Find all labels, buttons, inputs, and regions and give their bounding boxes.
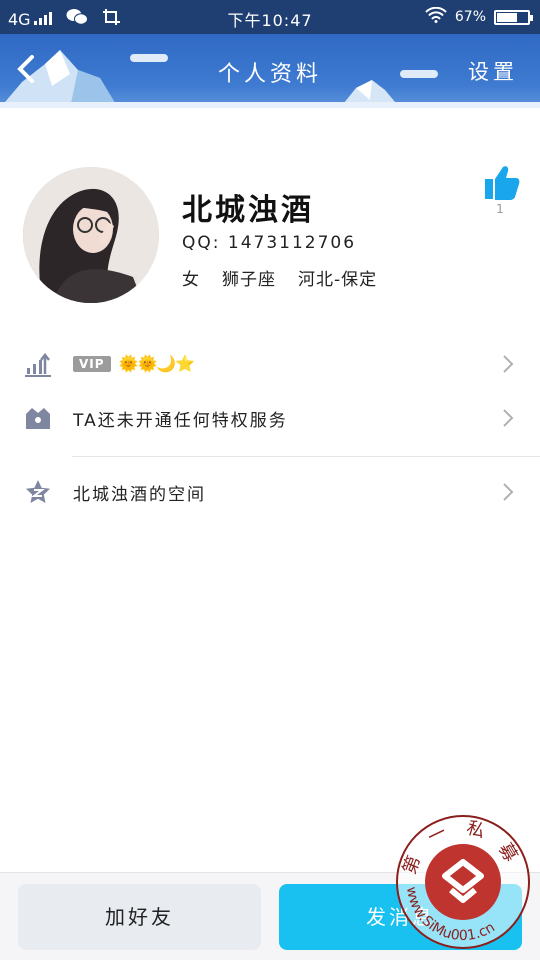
profile-location: 河北-保定 (298, 270, 378, 290)
privilege-row[interactable]: TA还未开通任何特权服务 (0, 390, 540, 446)
profile-gender: 女 (182, 270, 200, 290)
app-header: 个人资料 设置 (0, 34, 540, 108)
wifi-icon (425, 6, 447, 27)
profile-name: 北城浊酒 (182, 193, 314, 228)
crown-icon (24, 404, 52, 432)
chevron-right-icon (500, 404, 516, 432)
add-friend-button[interactable]: 加好友 (18, 884, 261, 950)
qzone-star-icon (24, 478, 52, 506)
chevron-right-icon (500, 478, 516, 506)
status-right: 67% (425, 6, 533, 27)
profile-zodiac: 狮子座 (222, 270, 276, 290)
divider (72, 456, 540, 457)
avatar[interactable] (23, 167, 159, 303)
page-title: 个人资料 (217, 62, 322, 87)
vip-info: VIP 🌞🌞🌙⭐ (73, 354, 196, 373)
avatar-photo (23, 167, 159, 303)
like-count: 1 (496, 202, 504, 216)
vip-level-row[interactable]: VIP 🌞🌞🌙⭐ (0, 336, 540, 392)
settings-button[interactable]: 设置 (468, 56, 518, 86)
privilege-label: TA还未开通任何特权服务 (73, 411, 288, 431)
thumbs-up-icon (485, 166, 520, 200)
watermark-logo: 第 一 私 募 www.SiMu001.cn (393, 812, 533, 952)
qzone-row[interactable]: 北城浊酒的空间 (0, 464, 540, 520)
battery-icon (494, 9, 533, 25)
like-button[interactable] (482, 163, 522, 203)
vip-level-icons: 🌞🌞🌙⭐ (118, 354, 196, 373)
profile-info: 女 狮子座 河北-保定 (182, 265, 377, 290)
profile-qq-number: QQ: 1473112706 (182, 233, 357, 253)
status-bar: 4G 下午10:47 67% (0, 0, 540, 34)
battery-level (497, 12, 517, 22)
vip-badge: VIP (73, 355, 111, 372)
chevron-right-icon (500, 350, 516, 378)
qzone-label: 北城浊酒的空间 (73, 485, 206, 505)
battery-percent: 67% (454, 9, 486, 25)
level-chart-icon (24, 350, 52, 378)
